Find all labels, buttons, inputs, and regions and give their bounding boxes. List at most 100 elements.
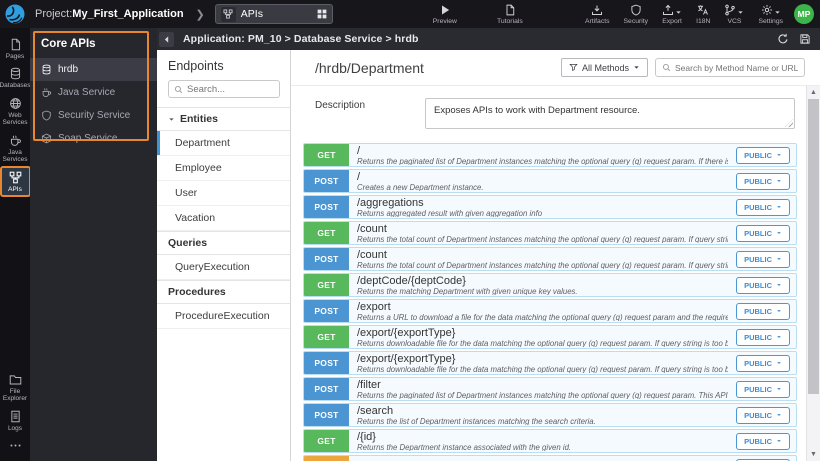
access-dropdown-button[interactable]: PUBLIC	[736, 406, 790, 424]
sidebar-item-label: Pages	[5, 53, 25, 60]
method-badge: GET	[304, 274, 349, 296]
endpoint-item-department[interactable]: Department	[157, 131, 290, 156]
endpoints-search-input[interactable]	[187, 83, 274, 95]
api-description: Returns the total count of Department in…	[357, 234, 728, 243]
access-dropdown-button[interactable]: PUBLIC	[736, 354, 790, 372]
sidebar-item-databases[interactable]: Databases	[0, 63, 31, 92]
tutorials-doc-icon	[504, 4, 516, 16]
method-search-input[interactable]	[675, 62, 798, 73]
description-textarea[interactable]: Exposes APIs to work with Department res…	[426, 99, 794, 128]
description-block: Description Exposes APIs to work with De…	[291, 86, 820, 136]
access-dropdown-button[interactable]: PUBLIC	[736, 328, 790, 346]
api-row[interactable]: GET / Returns the paginated list of Depart…	[303, 143, 797, 167]
scrollbar-thumb[interactable]	[808, 99, 819, 394]
project-name: My_First_Application	[72, 8, 184, 20]
access-dropdown-button[interactable]: PUBLIC	[736, 302, 790, 320]
preview-button[interactable]: Preview	[426, 4, 464, 25]
topbar-tool-label: Artifacts	[584, 17, 610, 25]
sidebar-item-apis[interactable]: APIs	[0, 165, 31, 198]
endpoint-item-employee[interactable]: Employee	[157, 156, 290, 181]
access-dropdown-button[interactable]: PUBLIC	[736, 276, 790, 294]
topbar-tool-artifacts[interactable]: Artifacts	[578, 4, 617, 25]
api-row[interactable]: POST/export/{exportType} Returns download…	[303, 351, 797, 375]
api-row[interactable]: GET/{id} Returns the Department instance …	[303, 429, 797, 453]
chevron-left-icon	[162, 35, 171, 44]
api-path: /aggregations	[357, 197, 424, 209]
api-icon	[9, 171, 22, 184]
api-row[interactable]: POST/count Returns the total count of Dep…	[303, 247, 797, 271]
api-row[interactable]: PUTPUBLIC	[303, 455, 797, 461]
sidebar-item-pages[interactable]: Pages	[1, 34, 30, 63]
app-mode-selector[interactable]: APIs	[214, 4, 333, 24]
topbar-tool-vcs[interactable]: VCS	[717, 4, 751, 25]
vertical-scrollbar[interactable]: ▲ ▼	[806, 86, 820, 461]
endpoint-group-procedures[interactable]: Procedures	[157, 280, 290, 304]
sidebar-item-logs[interactable]: Logs	[1, 406, 30, 435]
core-api-item-security-service[interactable]: Security Service	[30, 104, 157, 127]
endpoint-item-user[interactable]: User	[157, 181, 290, 206]
access-dropdown-button[interactable]: PUBLIC	[736, 250, 790, 268]
endpoints-panel: Endpoints Entities DepartmentEmployeeUser…	[157, 50, 291, 461]
api-row[interactable]: POST/search Returns the list of Departmen…	[303, 403, 797, 427]
tool-icon-row	[761, 4, 781, 16]
api-row-content: /count Returns the total count of Departm…	[349, 248, 736, 270]
api-row-content: /export/{exportType} Returns downloadable…	[349, 352, 736, 374]
artifacts-icon	[591, 4, 603, 16]
topbar-tool-label: Security	[623, 17, 649, 25]
endpoint-group-queries[interactable]: Queries	[157, 231, 290, 255]
sidebar-item-java-services[interactable]: Java Services	[1, 130, 30, 167]
topbar-tool-label: I18N	[696, 17, 711, 25]
api-row-content: /filter Returns the paginated list of Dep…	[349, 378, 736, 400]
api-path: /count	[357, 223, 387, 235]
refresh-icon[interactable]	[777, 33, 789, 45]
api-row[interactable]: GET/deptCode/{deptCode} Returns the match…	[303, 273, 797, 297]
endpoint-item-queryexecution[interactable]: QueryExecution	[157, 255, 290, 280]
sidebar-item-file-explorer[interactable]: File Explorer	[1, 369, 30, 406]
caret-down-icon	[776, 386, 782, 392]
core-api-item-hrdb[interactable]: hrdb	[30, 58, 157, 81]
caret-down-icon	[776, 204, 782, 210]
api-path: /export	[357, 301, 391, 313]
topbar-tool-security[interactable]: Security	[617, 4, 656, 25]
api-row[interactable]: GET/count Returns the total count of Depa…	[303, 221, 797, 245]
access-dropdown-button[interactable]: PUBLIC	[736, 198, 790, 216]
access-dropdown-button[interactable]: PUBLIC	[736, 380, 790, 398]
endpoint-item-vacation[interactable]: Vacation	[157, 206, 290, 231]
scroll-up-arrow-icon[interactable]: ▲	[807, 86, 820, 99]
sidebar-item-web-services[interactable]: Web Services	[1, 93, 30, 130]
endpoint-item-procedureexecution[interactable]: ProcedureExecution	[157, 304, 290, 329]
access-dropdown-button[interactable]: PUBLIC	[736, 432, 790, 450]
access-label: PUBLIC	[744, 358, 772, 368]
sidebar-item-more[interactable]	[1, 435, 30, 455]
method-badge: GET	[304, 326, 349, 348]
access-label: PUBLIC	[744, 306, 772, 316]
save-icon[interactable]	[799, 33, 811, 45]
endpoint-group-entities[interactable]: Entities	[157, 107, 290, 131]
access-dropdown-button[interactable]: PUBLIC	[736, 224, 790, 242]
api-row[interactable]: POST/filter Returns the paginated list of…	[303, 377, 797, 401]
topbar-tool-label: Settings	[758, 17, 783, 25]
topbar-tool-i18n[interactable]: I18N	[689, 4, 717, 25]
api-row[interactable]: GET/export/{exportType} Returns downloada…	[303, 325, 797, 349]
topbar-tool-export[interactable]: Export	[655, 4, 689, 25]
method-search[interactable]	[655, 58, 805, 77]
endpoints-search[interactable]	[168, 80, 280, 98]
collapse-panel-button[interactable]	[159, 31, 174, 47]
user-avatar[interactable]: MP	[794, 4, 814, 24]
scroll-down-arrow-icon[interactable]: ▼	[807, 448, 820, 461]
api-row[interactable]: POST/aggregations Returns aggregated resu…	[303, 195, 797, 219]
caret-down-icon	[776, 438, 782, 444]
i18n-icon	[697, 4, 709, 16]
access-dropdown-button[interactable]: PUBLIC	[736, 172, 790, 190]
api-row[interactable]: POST / Creates a new Department instance. P…	[303, 169, 797, 193]
logs-icon	[9, 410, 22, 423]
api-description: Returns downloadable file for the data m…	[357, 364, 728, 373]
api-row[interactable]: POST/export Returns a URL to download a f…	[303, 299, 797, 323]
methods-filter-dropdown[interactable]: All Methods	[560, 58, 648, 77]
core-api-item-java-service[interactable]: Java Service	[30, 81, 157, 104]
topbar-tool-settings[interactable]: Settings	[751, 4, 790, 25]
access-dropdown-button[interactable]: PUBLIC	[736, 146, 790, 164]
grid-menu-icon[interactable]	[317, 9, 327, 19]
core-api-item-soap-service[interactable]: Soap Service	[30, 127, 157, 150]
tutorials-button[interactable]: Tutorials	[490, 4, 530, 25]
